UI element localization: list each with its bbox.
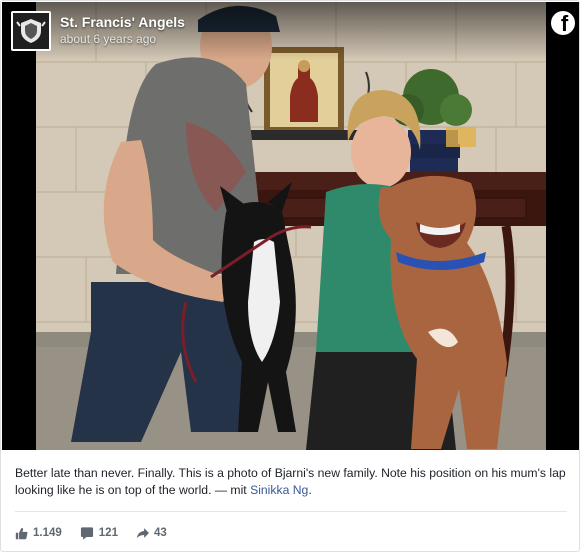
comment-icon [80, 526, 93, 540]
page-logo-crest[interactable] [11, 11, 51, 51]
facebook-icon[interactable]: f [551, 11, 575, 35]
caption-end: . [308, 483, 312, 497]
facebook-post-card: St. Francis' Angels about 6 years ago f … [0, 0, 580, 552]
photo-illustration [36, 2, 546, 450]
comments-stat[interactable]: 121 [80, 526, 118, 540]
facebook-f-glyph: f [560, 11, 569, 35]
share-arrow-icon [136, 528, 149, 539]
comments-count: 121 [98, 527, 118, 539]
post-timestamp[interactable]: about 6 years ago [60, 32, 156, 46]
post-photo[interactable] [2, 2, 579, 450]
likes-stat[interactable]: 1.149 [15, 527, 62, 540]
likes-count: 1.149 [33, 527, 62, 539]
post-caption: Better late than never. Finally. This is… [15, 465, 567, 499]
page-name[interactable]: St. Francis' Angels [60, 14, 185, 30]
thumbs-up-icon [15, 527, 28, 539]
shares-stat[interactable]: 43 [136, 527, 167, 539]
shares-count: 43 [153, 527, 167, 539]
divider [15, 511, 567, 512]
tagged-user-link[interactable]: Sinikka Ng [250, 483, 308, 497]
engagement-stats: 1.149 121 43 [15, 524, 185, 542]
photo-scene [36, 2, 546, 450]
post-header: St. Francis' Angels about 6 years ago f [2, 2, 579, 60]
crest-icon [16, 19, 46, 43]
